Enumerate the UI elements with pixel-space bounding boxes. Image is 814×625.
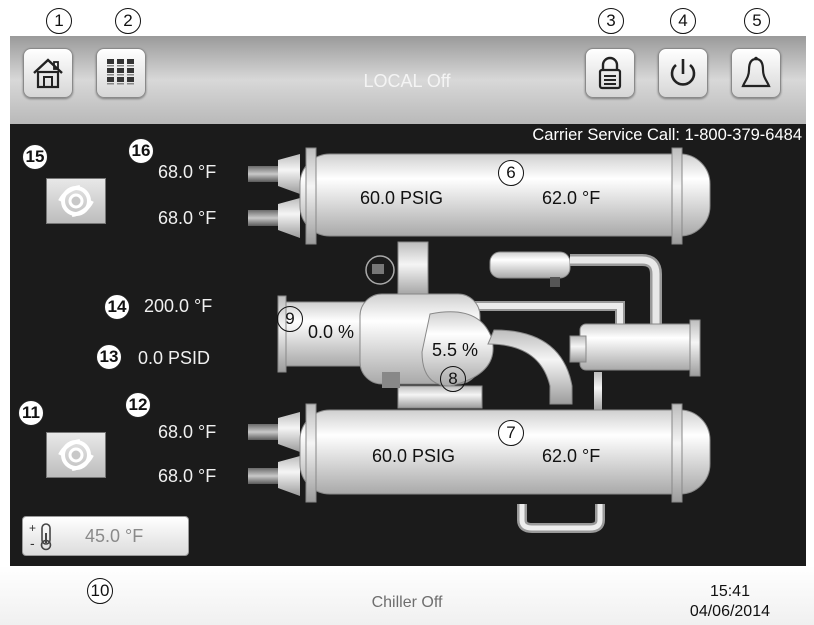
chiller-schematic: Carrier Service Call: 1-800-379-6484 68.…: [10, 124, 806, 566]
callout-3: 3: [598, 8, 624, 34]
callout-7: 7: [498, 420, 524, 446]
callout-11: 11: [18, 400, 44, 426]
setpoint-value: 45.0 °F: [85, 526, 144, 546]
callout-6: 6: [498, 160, 524, 186]
callout-4: 4: [670, 8, 696, 34]
evaporator-nozzles: [248, 412, 300, 496]
setpoint-button[interactable]: + - 45.0 °F: [22, 516, 189, 556]
callout-8: 8: [440, 366, 466, 392]
evaporator-leaving-temp: 68.0 °F: [158, 466, 217, 486]
evaporator-temperature: 62.0 °F: [542, 446, 601, 466]
pump-icon: [58, 185, 94, 217]
evaporator-pressure: 60.0 PSIG: [372, 446, 456, 466]
svg-text:+: +: [29, 521, 36, 535]
discharge-temperature: 200.0 °F: [144, 296, 213, 316]
condenser-leaving-temp: 68.0 °F: [158, 208, 217, 228]
callout-16: 16: [128, 138, 154, 164]
callout-9: 9: [277, 306, 303, 332]
time: 15:41: [709, 583, 750, 600]
callout-12: 12: [125, 392, 151, 418]
callout-14: 14: [104, 294, 130, 320]
svg-text:-: -: [30, 535, 35, 551]
callout-13: 13: [96, 344, 122, 370]
callout-1: 1: [46, 8, 72, 34]
evaporator-pump[interactable]: [46, 432, 106, 478]
guide-vane-position: 0.0 %: [308, 322, 355, 342]
motor-load: 5.5 %: [432, 340, 479, 360]
callout-10: 10: [87, 578, 113, 604]
condenser-pump[interactable]: [46, 178, 106, 224]
condenser-entering-temp: 68.0 °F: [158, 162, 217, 182]
condenser-nozzles: [248, 154, 300, 238]
callout-2: 2: [115, 8, 141, 34]
date: 04/06/2014: [689, 603, 770, 620]
callout-5: 5: [744, 8, 770, 34]
callout-15: 15: [22, 144, 48, 170]
evaporator-entering-temp: 68.0 °F: [158, 422, 217, 442]
thermometer-setpoint-icon: + -: [29, 521, 52, 551]
pump-icon: [58, 439, 94, 471]
oil-pressure: 0.0 PSID: [138, 348, 211, 368]
page-title: LOCAL Off: [363, 71, 451, 91]
condenser-temperature: 62.0 °F: [542, 188, 601, 208]
condenser-pressure: 60.0 PSIG: [360, 188, 444, 208]
clock: 15:41 04/06/2014: [690, 582, 770, 622]
